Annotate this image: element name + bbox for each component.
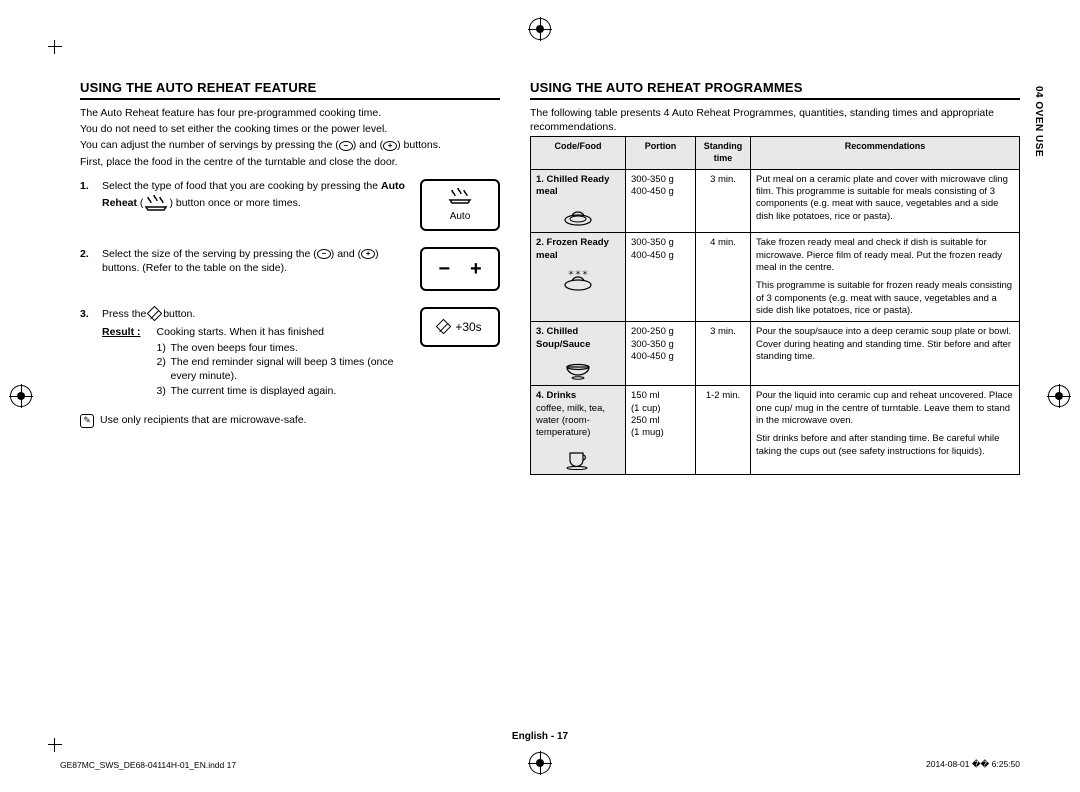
plate-icon xyxy=(536,204,620,228)
cell-code: 1. Chilled Ready meal xyxy=(531,169,626,233)
start-diamond-icon xyxy=(436,319,452,335)
section-tab: 04 OVEN USE xyxy=(1033,86,1044,157)
th-code: Code/Food xyxy=(531,137,626,169)
note: ✎ Use only recipients that are microwave… xyxy=(80,414,500,428)
frozen-icon: ＊＊＊ xyxy=(536,268,620,292)
intro-right: The following table presents 4 Auto Rehe… xyxy=(530,106,1020,134)
auto-label: Auto xyxy=(450,210,471,224)
result-sub-item: 2)The end reminder signal will beep 3 ti… xyxy=(157,355,408,383)
intro-line: You can adjust the number of servings by… xyxy=(80,138,500,152)
intro-line: The Auto Reheat feature has four pre-pro… xyxy=(80,106,500,120)
start-diamond-icon xyxy=(147,306,163,322)
heading-auto-reheat-programmes: USING THE AUTO REHEAT PROGRAMMES xyxy=(530,80,1020,100)
cup-icon xyxy=(536,446,620,470)
table-row: 1. Chilled Ready meal300-350 g400-450 g3… xyxy=(531,169,1020,233)
cell-code: 3. Chilled Soup/Sauce xyxy=(531,322,626,386)
step-3: Press the button. Result : Cooking start… xyxy=(80,307,500,398)
cell-portion: 300-350 g400-450 g xyxy=(626,233,696,322)
start-30s-button-graphic: +30s xyxy=(420,307,500,347)
step-1: Select the type of food that you are coo… xyxy=(80,179,500,231)
step3-text: Press the button. xyxy=(102,308,195,320)
table-row: 4. Drinkscoffee, milk, tea, water (room-… xyxy=(531,386,1020,474)
page-footer-right: 2014-08-01 �� 6:25:50 xyxy=(926,759,1020,770)
th-reco: Recommendations xyxy=(751,137,1020,169)
steam-icon xyxy=(143,193,169,214)
auto-reheat-button-graphic: Auto xyxy=(420,179,500,231)
cell-reco: Put meal on a ceramic plate and cover wi… xyxy=(751,169,1020,233)
result-sub-item: 3)The current time is displayed again. xyxy=(157,384,408,398)
note-icon: ✎ xyxy=(80,414,94,428)
step2-text: Select the size of the serving by pressi… xyxy=(102,248,379,274)
cell-reco: Pour the liquid into ceramic cup and reh… xyxy=(751,386,1020,474)
cell-standing: 4 min. xyxy=(696,233,751,322)
minus-icon: − xyxy=(317,249,331,259)
result-sublist: 1)The oven beeps four times. 2)The end r… xyxy=(157,341,408,398)
left-column: USING THE AUTO REHEAT FEATURE The Auto R… xyxy=(80,80,500,475)
table-row: 2. Frozen Ready meal＊＊＊300-350 g400-450 … xyxy=(531,233,1020,322)
cell-portion: 150 ml(1 cup)250 ml(1 mug) xyxy=(626,386,696,474)
plus-minus-button-graphic: −+ xyxy=(420,247,500,291)
steam-icon xyxy=(447,186,473,209)
th-standing: Standing time xyxy=(696,137,751,169)
th-portion: Portion xyxy=(626,137,696,169)
cell-portion: 200-250 g300-350 g400-450 g xyxy=(626,322,696,386)
heading-auto-reheat-feature: USING THE AUTO REHEAT FEATURE xyxy=(80,80,500,100)
cell-standing: 3 min. xyxy=(696,322,751,386)
result-label: Result : xyxy=(102,325,141,398)
table-row: 3. Chilled Soup/Sauce200-250 g300-350 g4… xyxy=(531,322,1020,386)
crop-mark xyxy=(48,738,62,752)
crop-mark xyxy=(48,40,62,54)
cell-standing: 3 min. xyxy=(696,169,751,233)
plus-30s-label: +30s xyxy=(455,319,481,335)
cell-standing: 1-2 min. xyxy=(696,386,751,474)
cell-portion: 300-350 g400-450 g xyxy=(626,169,696,233)
steps-list: Select the type of food that you are coo… xyxy=(80,179,500,398)
result-sub-item: 1)The oven beeps four times. xyxy=(157,341,408,355)
svg-text:＊＊＊: ＊＊＊ xyxy=(568,270,589,277)
page-footer-left: GE87MC_SWS_DE68-04114H-01_EN.indd 17 xyxy=(60,760,236,770)
minus-icon: − xyxy=(438,259,450,279)
cell-reco: Take frozen ready meal and check if dish… xyxy=(751,233,1020,322)
registration-mark xyxy=(10,385,32,407)
right-column: 04 OVEN USE USING THE AUTO REHEAT PROGRA… xyxy=(530,80,1020,475)
intro-left: The Auto Reheat feature has four pre-pro… xyxy=(80,106,500,169)
registration-mark xyxy=(1048,385,1070,407)
programmes-table: Code/Food Portion Standing time Recommen… xyxy=(530,136,1020,474)
registration-mark xyxy=(529,18,551,40)
intro-line: You do not need to set either the cookin… xyxy=(80,122,500,136)
cell-code: 2. Frozen Ready meal＊＊＊ xyxy=(531,233,626,322)
result-lead: Cooking starts. When it has finished xyxy=(157,325,408,339)
cell-code: 4. Drinkscoffee, milk, tea, water (room-… xyxy=(531,386,626,474)
step1-text: Select the type of food that you are coo… xyxy=(102,180,405,209)
registration-mark xyxy=(529,752,551,774)
intro-line: First, place the food in the centre of t… xyxy=(80,155,500,169)
page-footer-center: English - 17 xyxy=(512,731,568,742)
plus-icon: + xyxy=(470,259,482,279)
plus-icon: + xyxy=(383,141,397,151)
cell-reco: Pour the soup/sauce into a deep ceramic … xyxy=(751,322,1020,386)
step-2: Select the size of the serving by pressi… xyxy=(80,247,500,291)
note-text: Use only recipients that are microwave-s… xyxy=(100,414,307,426)
minus-icon: − xyxy=(339,141,353,151)
plus-icon: + xyxy=(361,249,375,259)
bowl-icon xyxy=(536,357,620,381)
